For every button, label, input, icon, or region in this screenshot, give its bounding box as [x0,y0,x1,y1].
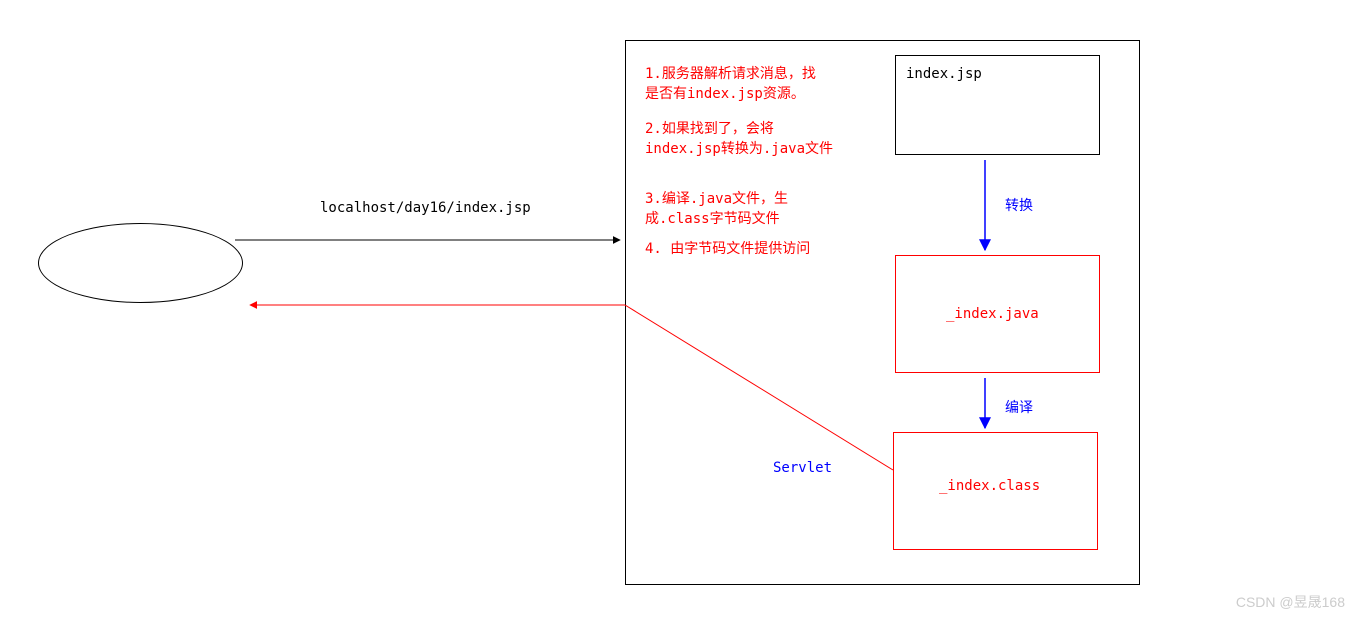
step-1-text: 1.服务器解析请求消息，找 是否有index.jsp资源。 [645,65,816,104]
step-2-text: 2.如果找到了，会将 index.jsp转换为.java文件 [645,120,833,159]
file-box-jsp: index.jsp [895,55,1100,155]
request-url-label: localhost/day16/index.jsp [320,200,531,216]
servlet-label: Servlet [773,460,832,476]
diagram-container: { "request_url": "localhost/day16/index.… [0,0,1360,620]
file-java-label: _index.java [946,306,1039,322]
compile-label: 编译 [1005,397,1033,417]
file-box-class: _index.class [893,432,1098,550]
watermark: CSDN @昱晟168 [1236,592,1345,612]
client-ellipse [38,223,243,303]
convert-label: 转换 [1005,195,1033,215]
file-jsp-label: index.jsp [906,66,982,82]
file-class-label: _index.class [939,478,1040,494]
step-3-text: 3.编译.java文件，生 成.class字节码文件 [645,190,788,229]
step-4-text: 4. 由字节码文件提供访问 [645,240,810,260]
file-box-java: _index.java [895,255,1100,373]
